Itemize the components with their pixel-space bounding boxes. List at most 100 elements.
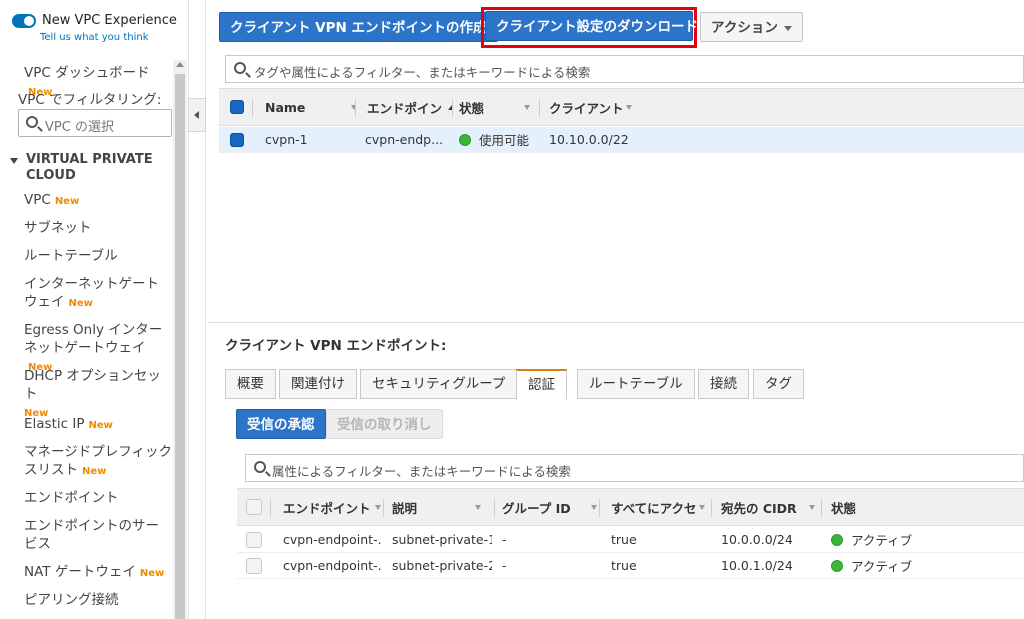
- column-separator: [821, 499, 822, 517]
- sidebar-item-subnets[interactable]: サブネット: [24, 219, 172, 237]
- cell-destination-cidr: 10.0.1.0/24: [721, 558, 793, 573]
- search-icon: [26, 116, 38, 128]
- select-all-checkbox[interactable]: [230, 89, 250, 125]
- status-active-icon: [831, 533, 843, 546]
- checkbox-icon: [246, 557, 262, 574]
- tab-authorization[interactable]: 認証: [516, 369, 567, 400]
- table-row[interactable]: cvpn-endpoint-... subnet-private-1 - tru…: [237, 527, 1024, 553]
- actions-button[interactable]: アクション: [700, 12, 803, 42]
- column-label: クライアント: [549, 100, 624, 116]
- endpoint-search-placeholder: タグや属性によるフィルター、またはキーワードによる検索: [254, 65, 591, 80]
- new-badge: New: [54, 196, 80, 207]
- cell-description: subnet-private-2: [392, 558, 492, 573]
- column-header-group-id[interactable]: グループ ID: [502, 489, 599, 525]
- sidebar-item-elastic-ip[interactable]: Elastic IP New: [24, 415, 172, 435]
- column-separator: [270, 499, 271, 517]
- column-label: 状態: [459, 100, 485, 116]
- section-label: VIRTUAL PRIVATE CLOUD: [26, 152, 153, 183]
- sort-icon: [524, 104, 531, 110]
- tab-associations[interactable]: 関連付け: [279, 369, 357, 399]
- sidebar-item-internet-gateways[interactable]: インターネットゲートウェイ New: [24, 275, 172, 313]
- column-header-endpoint[interactable]: エンドポイント: [283, 489, 383, 525]
- search-icon: [254, 461, 266, 473]
- sidebar-scrollbar-thumb[interactable]: [175, 74, 185, 619]
- revoke-ingress-button[interactable]: 受信の取り消し: [326, 409, 443, 439]
- sidebar-scroll-area: VPC ダッシュボード New VPC でフィルタリング: VPC の選択 VIR…: [0, 60, 188, 619]
- sort-icon: [698, 504, 705, 510]
- column-header-destination-cidr[interactable]: 宛先の CIDR: [721, 489, 821, 525]
- tab-security-groups[interactable]: セキュリティグループ: [360, 369, 518, 399]
- column-header-access-all[interactable]: すべてにアクセ: [611, 489, 711, 525]
- sidebar-item-vpc[interactable]: VPC New: [24, 191, 172, 211]
- authorize-ingress-button[interactable]: 受信の承認: [236, 409, 326, 439]
- sidebar-item-peering-connections[interactable]: ピアリング接続: [24, 591, 172, 609]
- sidebar-item-label: ピアリング接続: [24, 592, 119, 608]
- sort-icon: [374, 504, 381, 510]
- cell-group-id: -: [502, 558, 507, 573]
- column-separator: [383, 499, 384, 517]
- new-badge: New: [68, 298, 93, 309]
- search-icon: [234, 62, 246, 74]
- create-endpoint-button[interactable]: クライアント VPN エンドポイントの作成: [219, 12, 498, 42]
- status-label: アクティブ: [851, 559, 913, 574]
- tab-route-table[interactable]: ルートテーブル: [577, 369, 695, 399]
- status-available-icon: [459, 133, 471, 146]
- row-checkbox[interactable]: [246, 527, 266, 552]
- sidebar-nav: VPC ダッシュボード New VPC でフィルタリング: VPC の選択 VIR…: [0, 60, 172, 619]
- cell-status: アクティブ: [831, 527, 951, 552]
- sidebar-item-endpoint-services[interactable]: エンドポイントのサービス: [24, 517, 172, 553]
- sidebar-item-label: ルートテーブル: [24, 248, 118, 264]
- column-label: エンドポイント: [283, 500, 371, 516]
- column-header-description[interactable]: 説明: [392, 489, 494, 525]
- sidebar: New VPC Experience Tell us what you thin…: [0, 0, 188, 619]
- cell-client: 10.10.0.0/22: [549, 132, 629, 147]
- cell-status: アクティブ: [831, 553, 951, 578]
- sidebar-item-label: VPC: [24, 192, 51, 208]
- feedback-link[interactable]: Tell us what you think: [40, 32, 149, 43]
- column-separator: [355, 99, 356, 117]
- sidebar-item-endpoints[interactable]: エンドポイント: [24, 489, 172, 507]
- column-header-status[interactable]: 状態: [459, 89, 539, 125]
- vpc-filter-label: VPC でフィルタリング:: [18, 92, 162, 108]
- table-row[interactable]: cvpn-1 cvpn-endp... 使用可能 10.10.0.0/22: [219, 127, 1024, 153]
- column-header-name[interactable]: Name: [265, 89, 355, 125]
- status-label: アクティブ: [851, 533, 913, 548]
- sidebar-item-managed-prefix-lists[interactable]: マネージドプレフィックスリスト New: [24, 443, 172, 481]
- tab-connections[interactable]: 接続: [698, 369, 749, 399]
- sort-icon: [475, 504, 482, 510]
- authorization-search-placeholder: 属性によるフィルター、またはキーワードによる検索: [272, 464, 571, 479]
- tab-overview[interactable]: 概要: [225, 369, 276, 399]
- column-header-client[interactable]: クライアント: [549, 89, 639, 125]
- sidebar-item-nat-gateways[interactable]: NAT ゲートウェイ New: [24, 563, 172, 583]
- download-client-config-button[interactable]: クライアント設定のダウンロード: [485, 11, 698, 41]
- detail-divider[interactable]: [207, 322, 1024, 323]
- cell-group-id: -: [502, 532, 507, 547]
- column-separator: [599, 499, 600, 517]
- status-active-icon: [831, 559, 843, 572]
- authorization-search-input[interactable]: 属性によるフィルター、またはキーワードによる検索: [245, 454, 1024, 482]
- sidebar-item-label: Egress Only インターネットゲートウェイ: [24, 322, 163, 356]
- row-checkbox[interactable]: [230, 127, 250, 152]
- column-separator: [494, 499, 495, 517]
- row-checkbox[interactable]: [246, 553, 266, 578]
- cell-status: 使用可能: [459, 127, 544, 152]
- column-label: Name: [265, 99, 306, 115]
- vpc-filter-select[interactable]: VPC の選択: [18, 109, 172, 137]
- sidebar-item-label: NAT ゲートウェイ: [24, 564, 136, 580]
- table-row[interactable]: cvpn-endpoint-... subnet-private-2 - tru…: [237, 553, 1024, 579]
- sidebar-item-label: DHCP オプションセット: [24, 368, 161, 402]
- tab-tags[interactable]: タグ: [753, 369, 804, 399]
- select-all-checkbox[interactable]: [246, 489, 266, 525]
- column-header-status[interactable]: 状態: [831, 489, 931, 525]
- scroll-up-arrow-icon[interactable]: [176, 62, 184, 67]
- endpoint-table-header: Name エンドポイン 状態 クライアント: [219, 88, 1024, 126]
- endpoint-search-input[interactable]: タグや属性によるフィルター、またはキーワードによる検索: [225, 55, 1024, 83]
- new-vpc-experience-toggle[interactable]: [12, 14, 36, 28]
- column-header-endpoint[interactable]: エンドポイン: [367, 89, 452, 125]
- cell-access-all: true: [611, 558, 637, 573]
- vpc-filter-placeholder: VPC の選択: [45, 120, 114, 135]
- collapse-sidebar-button[interactable]: [188, 98, 206, 132]
- collapse-triangle-icon: [10, 158, 18, 164]
- sidebar-item-route-tables[interactable]: ルートテーブル: [24, 247, 172, 265]
- sidebar-item-label: エンドポイントのサービス: [24, 518, 159, 552]
